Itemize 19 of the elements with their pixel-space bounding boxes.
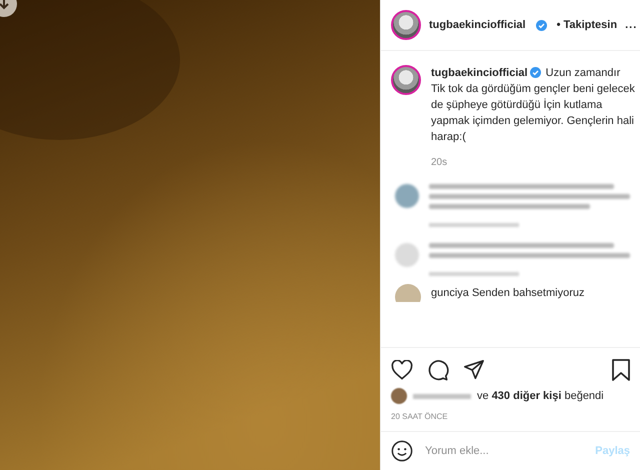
send-icon[interactable] — [463, 359, 485, 381]
bookmark-icon[interactable] — [612, 359, 630, 381]
heart-icon[interactable] — [391, 360, 413, 380]
timestamp: 20 SAAT ÖNCE — [391, 412, 449, 421]
comment-input[interactable]: Yorum ekle... — [423, 444, 586, 458]
more-options-button[interactable]: ... — [625, 19, 638, 31]
blurred-name — [413, 394, 471, 398]
comment-icon[interactable] — [427, 359, 449, 381]
avatar — [391, 388, 407, 404]
username-link[interactable]: tugbaekinciofficial — [431, 67, 543, 79]
avatar[interactable] — [391, 65, 421, 95]
caption-text: tugbaekinciofficial Uzun zamandır Tik tok da gördüğüm gençler beni gelecek de şüpheye götürdüğü İçin kutlama yapmak içimden gelemiyor. Gençlerin hali harap:( — [431, 66, 635, 145]
post-time: 20s — [431, 157, 448, 168]
username-link[interactable]: tugbaekinciofficial — [429, 19, 526, 31]
likes-count[interactable]: ve 430 diğer kişi beğendi — [477, 390, 604, 402]
avatar[interactable] — [391, 10, 421, 40]
follow-status[interactable]: • Takiptesin — [556, 19, 618, 31]
comment-text: gunciya Senden bahsetmiyoruz — [431, 286, 584, 301]
emoji-icon[interactable] — [391, 440, 413, 462]
